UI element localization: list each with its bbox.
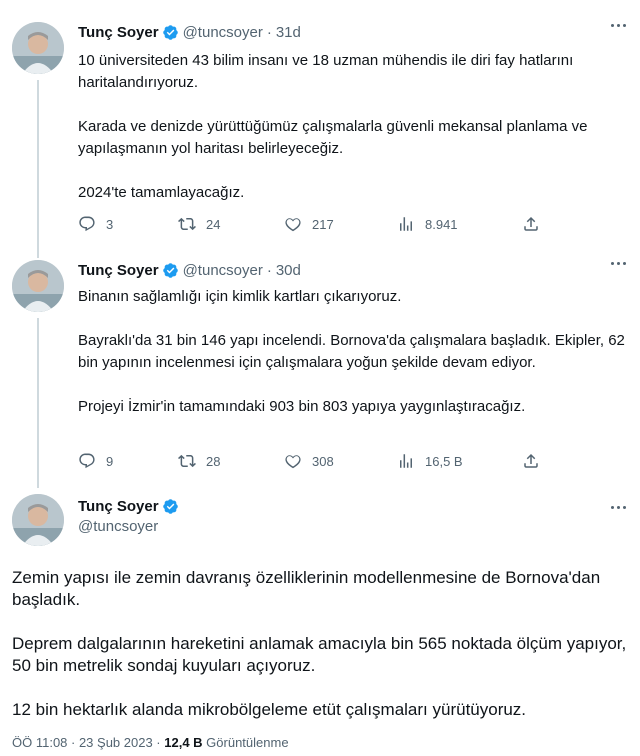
author-name[interactable]: Tunç Soyer (78, 24, 159, 41)
share-icon (524, 216, 538, 231)
verified-badge-icon (162, 499, 178, 514)
retweet-icon (178, 454, 196, 468)
action-bar: 9 28 308 16,5 B (78, 450, 548, 472)
avatar[interactable] (12, 494, 64, 546)
reply-icon (79, 453, 95, 469)
thread-line (37, 80, 39, 258)
tweet-header: Tunç Soyer @tuncsoyer · 31d (78, 22, 301, 42)
like-count: 217 (312, 216, 334, 232)
views-count: 8.941 (425, 216, 458, 232)
separator: · (266, 261, 272, 279)
post-timestamp[interactable]: ÖÖ 11:08 · 23 Şub 2023 · (12, 735, 164, 750)
tweet-header: Tunç Soyer @tuncsoyer (78, 498, 183, 535)
author-handle[interactable]: @tuncsoyer (78, 518, 183, 535)
views-button[interactable]: 16,5 B (397, 450, 463, 472)
timestamp[interactable]: 31d (276, 24, 301, 41)
separator: · (266, 23, 272, 41)
tweet-paragraph: Projeyi İzmir'in tamamındaki 903 bin 803… (78, 398, 526, 415)
thread-line (37, 318, 39, 488)
share-button[interactable] (522, 450, 550, 472)
retweet-button[interactable]: 24 (178, 213, 220, 235)
retweet-count: 28 (206, 453, 221, 469)
more-icon[interactable] (611, 262, 626, 265)
tweet-meta: ÖÖ 11:08 · 23 Şub 2023 · 12,4 B Görüntül… (12, 735, 289, 750)
tweet-header: Tunç Soyer @tuncsoyer · 30d (78, 260, 301, 280)
more-icon[interactable] (611, 506, 626, 509)
avatar[interactable] (12, 260, 64, 312)
author-name[interactable]: Tunç Soyer (78, 498, 159, 515)
verified-badge-icon (162, 262, 178, 278)
reply-count: 3 (106, 216, 114, 232)
author-name[interactable]: Tunç Soyer (78, 262, 159, 279)
tweet-paragraph: 12 bin hektarlık alanda mikrobölgeleme e… (12, 700, 527, 719)
like-button[interactable]: 308 (284, 450, 334, 472)
tweet-text: Binanın sağlamlığı için kimlik kartları … (78, 286, 628, 418)
tweet-2[interactable]: Tunç Soyer @tuncsoyer · 30d Binanın sağl… (0, 260, 640, 488)
main-tweet: Tunç Soyer @tuncsoyer Zemin yapısı ile z… (0, 494, 640, 756)
retweet-icon (178, 217, 196, 231)
views-button[interactable]: 8.941 (397, 213, 458, 235)
views-icon (400, 217, 412, 231)
reply-button[interactable]: 3 (78, 213, 113, 235)
tweet-paragraph: 2024'te tamamlayacağız. (78, 184, 245, 201)
avatar[interactable] (12, 22, 64, 74)
tweet-paragraph: Deprem dalgalarının hareketini anlamak a… (12, 634, 627, 675)
tweet-paragraph: Karada ve denizde yürüttüğümüz çalışmala… (78, 118, 588, 157)
reply-count: 9 (106, 453, 114, 469)
reply-icon (79, 216, 95, 232)
like-count: 308 (312, 453, 334, 469)
tweet-text: Zemin yapısı ile zemin davranış özellikl… (12, 567, 628, 721)
action-bar: 3 24 217 8.941 (78, 213, 548, 235)
views-icon (400, 454, 412, 468)
like-icon (285, 455, 301, 469)
retweet-count: 24 (206, 216, 221, 232)
tweet-text: 10 üniversiteden 43 bilim insanı ve 18 u… (78, 50, 628, 204)
retweet-button[interactable]: 28 (178, 450, 220, 472)
tweet-paragraph: 10 üniversiteden 43 bilim insanı ve 18 u… (78, 52, 574, 91)
tweet-1[interactable]: Tunç Soyer @tuncsoyer · 31d 10 üniversit… (0, 22, 640, 258)
like-icon (285, 218, 301, 232)
share-icon (524, 453, 538, 468)
more-icon[interactable] (611, 24, 626, 27)
tweet-paragraph: Bayraklı'da 31 bin 146 yapı incelendi. B… (78, 332, 625, 371)
verified-badge-icon (162, 24, 178, 40)
reply-button[interactable]: 9 (78, 450, 113, 472)
like-button[interactable]: 217 (284, 213, 334, 235)
tweet-paragraph: Binanın sağlamlığı için kimlik kartları … (78, 288, 402, 305)
author-handle[interactable]: @tuncsoyer (183, 24, 263, 41)
tweet-paragraph: Zemin yapısı ile zemin davranış özellikl… (12, 568, 601, 609)
views-label: Görüntülenme (202, 735, 289, 750)
author-name-row: Tunç Soyer (78, 498, 183, 515)
views-count: 12,4 B (164, 735, 203, 750)
author-handle[interactable]: @tuncsoyer (183, 262, 263, 279)
timestamp[interactable]: 30d (276, 262, 301, 279)
views-count: 16,5 B (425, 453, 463, 469)
share-button[interactable] (522, 213, 550, 235)
